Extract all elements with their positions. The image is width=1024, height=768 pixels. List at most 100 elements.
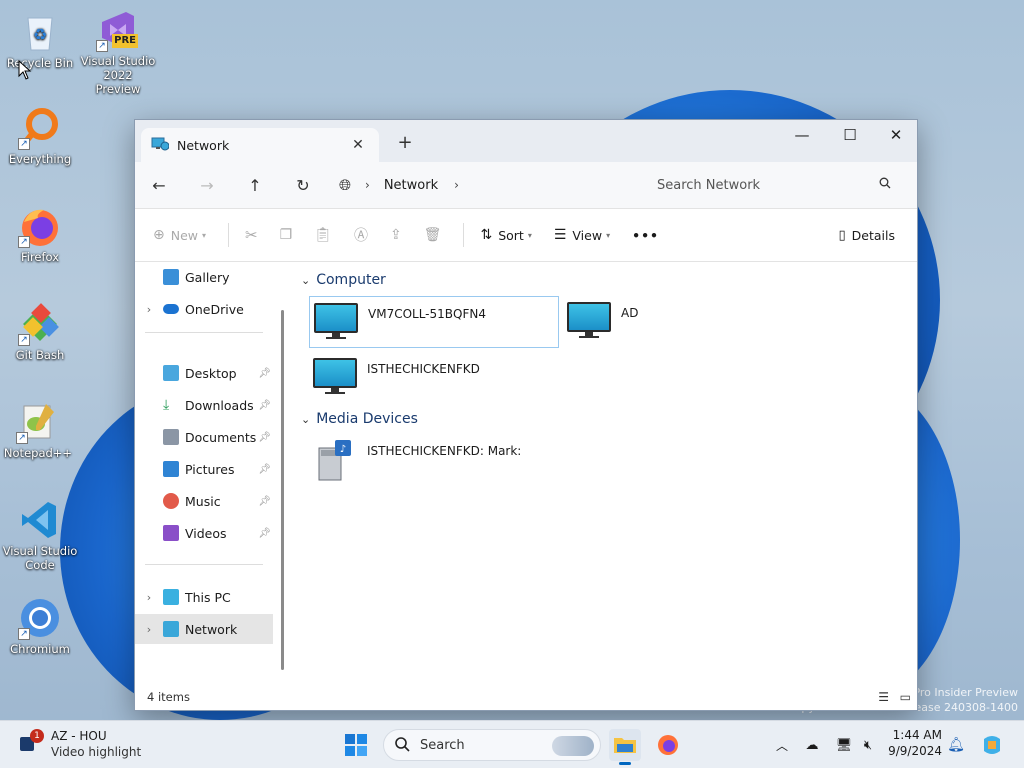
chevron-down-icon: ⌄ xyxy=(301,273,311,287)
network-computer-tile[interactable]: ISTHECHICKENFKD xyxy=(309,352,559,404)
cut-icon[interactable]: ✂ xyxy=(245,219,258,251)
pin-icon[interactable]: 📌︎ xyxy=(258,432,271,443)
music-icon xyxy=(163,493,179,509)
close-tab-icon[interactable]: ✕ xyxy=(347,134,369,156)
nav-item-music[interactable]: Music 📌︎ xyxy=(135,486,273,516)
rename-icon[interactable]: Ⓐ xyxy=(354,219,368,251)
new-tab-button[interactable]: + xyxy=(393,132,417,156)
network-computer-tile[interactable]: AD xyxy=(563,296,813,348)
nav-item-downloads[interactable]: ⤓ Downloads 📌︎ xyxy=(135,390,273,420)
chevron-right-icon[interactable]: › xyxy=(135,303,163,316)
item-count: 4 items xyxy=(147,690,190,704)
volume-muted-icon[interactable]: 🔇︎ xyxy=(852,729,884,761)
pin-icon[interactable]: 📌︎ xyxy=(258,400,271,411)
chevron-right-icon[interactable]: › xyxy=(135,623,163,636)
up-icon[interactable]: ↑ xyxy=(231,167,279,203)
minimize-button[interactable]: — xyxy=(779,120,825,150)
paste-icon[interactable]: 📋︎ xyxy=(314,219,332,251)
nav-item-network[interactable]: › Network xyxy=(135,614,273,644)
nav-item-videos[interactable]: Videos 📌︎ xyxy=(135,518,273,548)
nav-item-gallery[interactable]: Gallery xyxy=(135,262,273,292)
nav-item-pictures[interactable]: Pictures 📌︎ xyxy=(135,454,273,484)
group-header-computer[interactable]: ⌄ Computer xyxy=(301,272,386,288)
pin-icon[interactable]: 📌︎ xyxy=(258,528,271,539)
desktop-icon-chromium[interactable]: ↗ Chromium xyxy=(2,596,78,656)
refresh-icon[interactable]: ↻ xyxy=(279,167,327,203)
tiles-view-icon[interactable]: ▭ xyxy=(900,690,911,704)
nav-item-this-pc[interactable]: › This PC xyxy=(135,582,273,612)
new-button[interactable]: ⊕ New ▾ xyxy=(153,219,206,251)
desktop-icon-firefox[interactable]: ↗ Firefox xyxy=(2,204,78,264)
onedrive-offline-icon[interactable]: ☁︎ xyxy=(796,729,828,761)
shortcut-arrow-icon: ↗ xyxy=(18,138,30,150)
notepad-plus-plus-icon: ↗ xyxy=(16,400,60,444)
breadcrumb[interactable]: 🌐︎ › Network › xyxy=(339,170,635,200)
video-icon xyxy=(163,525,179,541)
globe-icon: 🌐︎ xyxy=(339,176,352,194)
breadcrumb-network[interactable]: Network xyxy=(384,178,438,193)
copy-icon[interactable]: ❐ xyxy=(280,219,293,251)
desktop-icon-vscode[interactable]: Visual Studio Code xyxy=(2,498,78,572)
notification-bell-icon[interactable]: 🔔︎ xyxy=(940,729,972,761)
weather-title: AZ - HOU xyxy=(51,729,107,743)
status-bar: 4 items ☰ ▭ xyxy=(135,684,919,710)
cloud-icon xyxy=(163,304,179,314)
more-options-button[interactable]: ••• xyxy=(632,219,659,251)
close-button[interactable]: ✕ xyxy=(873,120,919,150)
copilot-icon[interactable] xyxy=(976,729,1008,761)
maximize-button[interactable]: ☐ xyxy=(827,120,873,150)
view-button[interactable]: ☰ View ▾ xyxy=(554,219,610,251)
clock-time: 1:44 AM xyxy=(892,728,942,742)
folder-icon xyxy=(614,738,636,753)
breadcrumb-chevron-icon[interactable]: › xyxy=(454,178,459,192)
network-computer-tile[interactable]: VM7COLL-51BQFN4 xyxy=(309,296,559,348)
clock[interactable]: 1:44 AM 9/9/2024 xyxy=(886,727,942,759)
desktop-icon-visual-studio[interactable]: PRE ↗ Visual Studio 2022 Preview xyxy=(80,8,156,96)
pin-icon[interactable]: 📌︎ xyxy=(258,464,271,475)
media-device-tile[interactable]: ♪ ISTHECHICKENFKD: Mark: xyxy=(309,434,559,486)
view-icon: ☰ xyxy=(553,227,567,243)
mouse-cursor-icon xyxy=(18,59,32,83)
tab-network[interactable]: Network ✕ xyxy=(141,128,379,162)
share-icon[interactable]: ⇪ xyxy=(390,219,402,251)
clock-date: 9/9/2024 xyxy=(888,744,942,758)
sort-icon: ⇅ xyxy=(480,227,493,243)
pin-icon[interactable]: 📌︎ xyxy=(258,496,271,507)
search-highlight-icon xyxy=(552,736,594,756)
back-icon[interactable]: ← xyxy=(135,167,183,203)
nav-item-onedrive[interactable]: › OneDrive xyxy=(135,294,273,324)
forward-icon[interactable]: → xyxy=(183,167,231,203)
group-header-media-devices[interactable]: ⌄ Media Devices xyxy=(301,411,418,427)
taskbar-file-explorer[interactable] xyxy=(609,729,641,765)
delete-icon[interactable]: 🗑︎ xyxy=(424,219,442,251)
tab-title: Network xyxy=(177,137,230,153)
visual-studio-icon: PRE ↗ xyxy=(96,8,140,52)
details-view-icon[interactable]: ☰ xyxy=(878,690,889,704)
chevron-right-icon[interactable]: › xyxy=(135,591,163,604)
desktop-icon-git-bash[interactable]: ↗ Git Bash xyxy=(2,302,78,362)
desktop-icon-recycle-bin[interactable]: ♻ Recycle Bin xyxy=(2,10,78,70)
show-hidden-icons-chevron-icon[interactable]: ︿ xyxy=(766,729,798,761)
nav-item-documents[interactable]: Documents 📌︎ xyxy=(135,422,273,452)
shortcut-arrow-icon: ↗ xyxy=(18,236,30,248)
sort-button[interactable]: ⇅ Sort ▾ xyxy=(480,219,531,251)
title-bar: Network ✕ + — ☐ ✕ xyxy=(135,120,917,162)
chevron-down-icon: ⌄ xyxy=(301,412,311,426)
pin-icon[interactable]: 📌︎ xyxy=(258,368,271,379)
start-button[interactable] xyxy=(340,729,372,761)
desktop-icon-notepad-plus-plus[interactable]: ↗ Notepad++ xyxy=(0,400,76,460)
navigation-pane: Gallery › OneDrive Desktop 📌︎ ⤓ Downloads 📌︎… xyxy=(135,262,285,686)
chevron-down-icon: ▾ xyxy=(527,230,532,240)
nav-scrollbar[interactable] xyxy=(281,310,284,670)
weather-widget[interactable]: 1 AZ - HOU Video highlight xyxy=(16,727,176,763)
nav-item-desktop[interactable]: Desktop 📌︎ xyxy=(135,358,273,388)
taskbar-firefox[interactable] xyxy=(652,729,684,761)
desktop-icon-everything[interactable]: ↗ Everything xyxy=(2,106,78,166)
command-bar: ⊕ New ▾ ✂ ❐ 📋︎ Ⓐ ⇪ 🗑︎ ⇅ Sort ▾ ☰ View ▾ … xyxy=(135,208,917,262)
search-input[interactable]: Search Network xyxy=(643,170,905,200)
svg-text:♪: ♪ xyxy=(340,444,346,455)
taskbar-search[interactable]: Search xyxy=(383,729,601,761)
search-icon xyxy=(394,736,410,755)
active-indicator xyxy=(619,762,631,765)
details-button[interactable]: ▯ Details xyxy=(839,219,896,251)
